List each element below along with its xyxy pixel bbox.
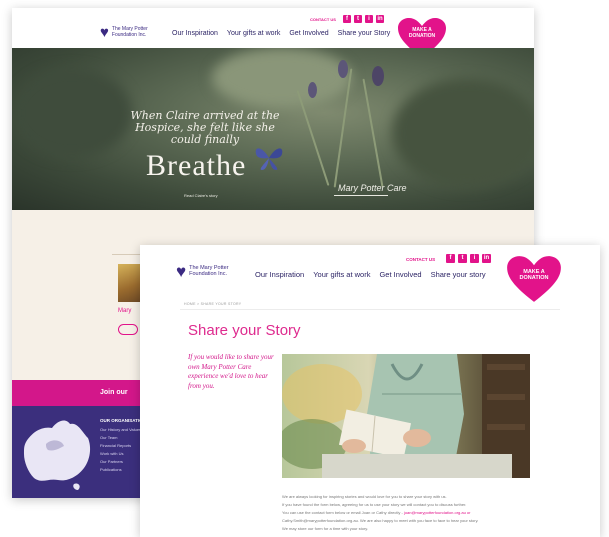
social-links: f t i in <box>446 254 491 263</box>
linkedin-icon[interactable]: in <box>482 254 491 263</box>
donation-line1: MAKE A <box>523 268 545 275</box>
newsletter-band-text: Join our <box>100 389 128 396</box>
butterfly-icon <box>255 148 283 170</box>
linkedin-icon[interactable]: in <box>376 15 384 23</box>
donation-heart-button[interactable]: MAKE A DONATION <box>506 255 562 303</box>
instagram-icon[interactable]: i <box>470 254 479 263</box>
site-header: ♥ The Mary Potter Foundation Inc. Our In… <box>140 245 600 302</box>
hero-quote: When Claire arrived at the Hospice, she … <box>130 109 280 146</box>
body-line: If you have found the form below, agreei… <box>282 502 467 507</box>
lavender-bud <box>338 60 348 78</box>
twitter-icon[interactable]: t <box>458 254 467 263</box>
contact-us-link[interactable]: CONTACT US <box>310 17 336 22</box>
main-nav: Our Inspiration Your gifts at work Get I… <box>255 270 486 279</box>
page-title: Share your Story <box>188 322 301 339</box>
body-line: Cathy.Smith@marypotterfoundation.org.au.… <box>282 518 479 523</box>
email-link[interactable]: joan@marypotterfoundation.org.au or <box>404 510 471 515</box>
footer-link[interactable]: Work with Us <box>100 451 123 456</box>
share-story-page-screenshot: ♥ The Mary Potter Foundation Inc. Our In… <box>140 245 600 537</box>
heart-logo-icon: ♥ <box>176 262 187 281</box>
footer-link[interactable]: Our History and Values <box>100 427 141 432</box>
divider <box>180 309 560 310</box>
hero-headline: Breathe <box>146 149 247 182</box>
body-line: You can use the contact form below or em… <box>282 510 403 515</box>
feature-thumbnail[interactable] <box>118 264 140 302</box>
hero-banner: When Claire arrived at the Hospice, she … <box>12 48 534 210</box>
facebook-icon[interactable]: f <box>343 15 351 23</box>
intro-text: If you would like to share your own Mary… <box>188 353 274 390</box>
social-links: f t i in <box>343 15 384 23</box>
heart-logo-icon: ♥ <box>100 24 109 41</box>
site-logo[interactable]: ♥ The Mary Potter Foundation Inc. <box>176 262 229 282</box>
body-line: We are always looking for inspiring stor… <box>282 494 447 499</box>
footer-link[interactable]: Financial Reports <box>100 443 131 448</box>
twitter-icon[interactable]: t <box>354 15 362 23</box>
logo-text-line2: Foundation Inc. <box>189 271 228 277</box>
story-body-text: We are always looking for inspiring stor… <box>282 493 530 533</box>
nav-get-involved[interactable]: Get Involved <box>379 270 421 279</box>
donation-line2: DONATION <box>519 275 549 281</box>
australia-map-icon <box>24 420 91 490</box>
footer-link[interactable]: Our Partners <box>100 459 123 464</box>
breadcrumb[interactable]: HOME > SHARE YOUR STORY <box>184 302 241 306</box>
facebook-icon[interactable]: f <box>446 254 455 263</box>
nav-share-your-story[interactable]: Share your story <box>431 270 486 279</box>
site-logo[interactable]: ♥ The Mary Potter Foundation Inc. <box>100 24 148 41</box>
nav-our-inspiration[interactable]: Our Inspiration <box>172 30 218 37</box>
logo-text-line2: Foundation Inc. <box>111 31 147 38</box>
main-nav: Our Inspiration Your gifts at work Get I… <box>172 30 390 37</box>
lavender-bud <box>308 82 317 98</box>
nav-share-your-story[interactable]: Share your Story <box>338 30 391 37</box>
donation-line2: DONATION <box>408 33 436 39</box>
hero-story-link[interactable]: Read Claire's story <box>184 193 218 198</box>
feature-text: Mary <box>118 308 132 314</box>
nav-our-inspiration[interactable]: Our Inspiration <box>255 270 304 279</box>
instagram-icon[interactable]: i <box>365 15 373 23</box>
nav-your-gifts-at-work[interactable]: Your gifts at work <box>227 30 280 37</box>
nav-get-involved[interactable]: Get Involved <box>289 30 328 37</box>
story-photo <box>282 354 530 478</box>
lavender-bud <box>372 66 384 86</box>
footer-link[interactable]: Publications <box>100 467 122 472</box>
hero-signature: Mary Potter Care <box>338 183 407 193</box>
woman-reading-image <box>282 354 530 478</box>
nav-your-gifts-at-work[interactable]: Your gifts at work <box>313 270 370 279</box>
body-line: We may store our form for a time with yo… <box>282 526 369 531</box>
footer-link[interactable]: Our Team <box>100 435 118 440</box>
feature-button[interactable] <box>118 324 138 335</box>
contact-us-link[interactable]: CONTACT US <box>406 257 435 262</box>
